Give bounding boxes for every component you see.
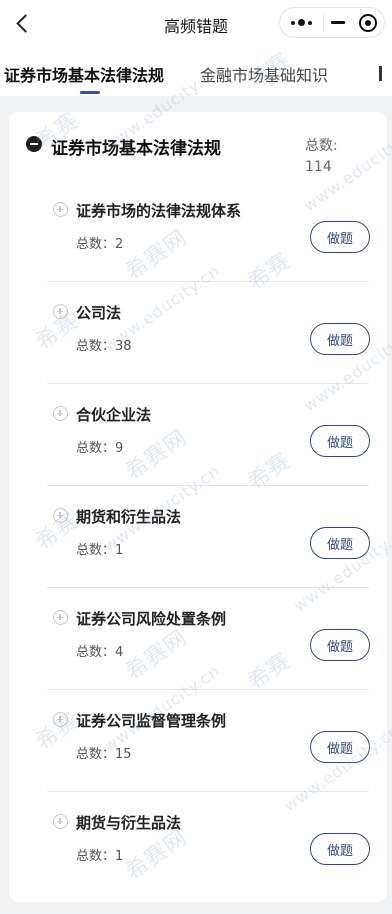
item-count: 总数：4 — [76, 645, 124, 660]
minimize-button[interactable] — [324, 8, 353, 37]
item-title: 公司法 — [76, 304, 122, 322]
list-item: 证券公司监督管理条例 总数：15 做题 — [47, 710, 370, 812]
practice-button[interactable]: 做题 — [310, 221, 370, 253]
practice-button[interactable]: 做题 — [310, 323, 370, 355]
nav-bar: 高频错题 — [0, 0, 392, 46]
item-count: 总数：9 — [76, 441, 124, 456]
item-title: 合伙企业法 — [76, 406, 152, 424]
section-total-label: 总数: — [305, 138, 338, 154]
divider — [47, 791, 369, 792]
divider — [47, 383, 369, 384]
divider — [47, 587, 369, 588]
more-dots-icon — [290, 19, 312, 26]
item-title: 证券市场的法律法规体系 — [76, 202, 242, 220]
next-tab-edge — [379, 66, 382, 81]
item-title: 证券公司风险处置条例 — [76, 610, 227, 628]
practice-button[interactable]: 做题 — [310, 527, 370, 559]
expand-plus-icon[interactable] — [53, 406, 68, 421]
item-count: 总数：2 — [76, 237, 124, 252]
expand-plus-icon[interactable] — [53, 712, 68, 727]
section-title: 证券市场基本法律法规 — [51, 139, 221, 159]
list-item: 期货和衍生品法 总数：1 做题 — [47, 506, 370, 608]
active-tab-indicator — [80, 91, 100, 94]
tab-financial-market-basics[interactable]: 金融市场基础知识 — [200, 62, 328, 86]
section-total-value: 114 — [305, 159, 332, 175]
list-item: 期货与衍生品法 总数：1 做题 — [47, 812, 370, 914]
list-item: 证券市场的法律法规体系 总数：2 做题 — [47, 200, 370, 302]
practice-button[interactable]: 做题 — [310, 629, 370, 661]
more-button[interactable] — [280, 8, 323, 37]
item-count: 总数：15 — [76, 747, 132, 762]
subject-tabs: 证券市场基本法律法规 金融市场基础知识 — [0, 46, 392, 96]
expand-plus-icon[interactable] — [53, 508, 68, 523]
expand-plus-icon[interactable] — [53, 814, 68, 829]
close-button[interactable] — [353, 8, 384, 37]
list-item: 合伙企业法 总数：9 做题 — [47, 404, 370, 506]
mini-program-capsule — [279, 7, 385, 38]
list-item: 证券公司风险处置条例 总数：4 做题 — [47, 608, 370, 710]
item-title: 证券公司监督管理条例 — [76, 712, 227, 730]
chapter-card: 证券市场基本法律法规 总数: 114 证券市场的法律法规体系 总数：2 做题 公… — [9, 112, 387, 902]
practice-button[interactable]: 做题 — [310, 731, 370, 763]
item-title: 期货与衍生品法 — [76, 814, 182, 832]
minimize-icon — [331, 21, 346, 24]
collapse-minus-icon[interactable] — [26, 136, 42, 152]
list-item: 公司法 总数：38 做题 — [47, 302, 370, 404]
expand-plus-icon[interactable] — [53, 610, 68, 625]
item-title: 期货和衍生品法 — [76, 508, 182, 526]
item-count: 总数：1 — [76, 849, 124, 864]
expand-plus-icon[interactable] — [53, 202, 68, 217]
divider — [47, 281, 369, 282]
divider — [47, 689, 369, 690]
practice-button[interactable]: 做题 — [310, 833, 370, 865]
practice-button[interactable]: 做题 — [310, 425, 370, 457]
expand-plus-icon[interactable] — [53, 304, 68, 319]
item-count: 总数：38 — [76, 339, 132, 354]
target-close-icon — [359, 13, 378, 32]
item-count: 总数：1 — [76, 543, 124, 558]
tab-securities-law[interactable]: 证券市场基本法律法规 — [4, 62, 164, 86]
divider — [47, 485, 369, 486]
